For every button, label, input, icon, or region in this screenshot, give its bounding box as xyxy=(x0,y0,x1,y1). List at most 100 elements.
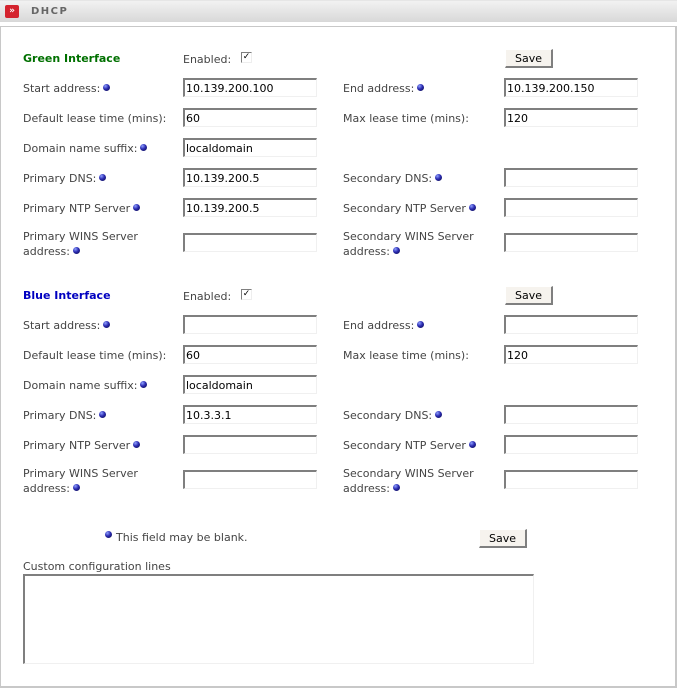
blue-secondary-ntp-input[interactable] xyxy=(504,435,638,454)
blue-end-address-label: End address: xyxy=(343,319,425,332)
label-text: End address: xyxy=(343,319,415,332)
blue-enabled-label: Enabled: xyxy=(183,290,232,303)
green-domain-suffix-label: Domain name suffix: xyxy=(23,142,148,155)
label-text: address: xyxy=(343,245,390,258)
label-text: Primary WINS Server xyxy=(23,467,138,480)
label-text: address: xyxy=(343,482,390,495)
blue-secondary-wins-label: Secondary WINS Server address: xyxy=(343,466,474,496)
green-save-button[interactable]: Save xyxy=(505,49,553,68)
green-max-lease-label: Max lease time (mins): xyxy=(343,112,469,125)
optional-field-icon xyxy=(392,247,400,254)
label-text: Secondary WINS Server xyxy=(343,230,474,243)
optional-field-icon xyxy=(140,144,148,151)
label-text: Primary DNS: xyxy=(23,409,97,422)
label-text: Primary NTP Server xyxy=(23,439,131,452)
label-text: Primary WINS Server xyxy=(23,230,138,243)
blue-start-address-label: Start address: xyxy=(23,319,111,332)
green-primary-wins-label: Primary WINS Server address: xyxy=(23,229,138,259)
optional-field-icon xyxy=(99,174,107,181)
green-domain-suffix-input[interactable] xyxy=(183,138,317,157)
green-max-lease-input[interactable] xyxy=(504,108,638,127)
blue-save-button[interactable]: Save xyxy=(505,286,553,305)
green-secondary-wins-label: Secondary WINS Server address: xyxy=(343,229,474,259)
label-text: Start address: xyxy=(23,82,101,95)
optional-field-icon xyxy=(72,247,80,254)
green-start-address-label: Start address: xyxy=(23,82,111,95)
blue-secondary-ntp-label: Secondary NTP Server xyxy=(343,439,476,452)
blue-domain-suffix-input[interactable] xyxy=(183,375,317,394)
green-secondary-wins-input[interactable] xyxy=(504,233,638,252)
label-text: Secondary WINS Server xyxy=(343,467,474,480)
blue-primary-dns-label: Primary DNS: xyxy=(23,409,107,422)
optional-field-icon xyxy=(99,411,107,418)
green-primary-dns-input[interactable] xyxy=(183,168,317,187)
label-text: address: xyxy=(23,245,70,258)
blue-domain-suffix-label: Domain name suffix: xyxy=(23,379,148,392)
custom-config-label: Custom configuration lines xyxy=(23,560,171,573)
blue-end-address-input[interactable] xyxy=(504,315,638,334)
blue-primary-ntp-label: Primary NTP Server xyxy=(23,439,141,452)
optional-field-icon xyxy=(435,411,443,418)
label-text: Secondary NTP Server xyxy=(343,202,466,215)
blue-secondary-dns-input[interactable] xyxy=(504,405,638,424)
blue-default-lease-input[interactable] xyxy=(183,345,317,364)
label-text: Primary DNS: xyxy=(23,172,97,185)
green-enabled-checkbox[interactable]: ✓ xyxy=(241,52,252,63)
double-chevron-right-icon[interactable]: » xyxy=(5,5,19,18)
label-text: End address: xyxy=(343,82,415,95)
blue-secondary-wins-input[interactable] xyxy=(504,470,638,489)
green-default-lease-input[interactable] xyxy=(183,108,317,127)
optional-field-icon xyxy=(392,484,400,491)
green-primary-wins-input[interactable] xyxy=(183,233,317,252)
green-end-address-label: End address: xyxy=(343,82,425,95)
label-text: Secondary DNS: xyxy=(343,409,433,422)
optional-field-icon xyxy=(105,531,112,538)
optional-field-icon xyxy=(133,441,141,448)
optional-field-icon xyxy=(140,381,148,388)
window-titlebar: » DHCP xyxy=(0,0,677,22)
label-text: address: xyxy=(23,482,70,495)
blue-secondary-dns-label: Secondary DNS: xyxy=(343,409,443,422)
blue-enabled-checkbox[interactable]: ✓ xyxy=(241,289,252,300)
label-text: Secondary DNS: xyxy=(343,172,433,185)
green-primary-ntp-input[interactable] xyxy=(183,198,317,217)
blue-start-address-input[interactable] xyxy=(183,315,317,334)
optional-field-icon xyxy=(103,321,111,328)
optional-legend: This field may be blank. xyxy=(105,531,248,544)
blue-interface-heading: Blue Interface xyxy=(23,289,111,302)
label-text: Domain name suffix: xyxy=(23,142,138,155)
blue-primary-wins-input[interactable] xyxy=(183,470,317,489)
blue-max-lease-input[interactable] xyxy=(504,345,638,364)
green-enabled-label: Enabled: xyxy=(183,53,232,66)
blue-primary-wins-label: Primary WINS Server address: xyxy=(23,466,138,496)
legend-text: This field may be blank. xyxy=(116,531,248,544)
green-end-address-input[interactable] xyxy=(504,78,638,97)
label-text: Start address: xyxy=(23,319,101,332)
green-interface-heading: Green Interface xyxy=(23,52,121,65)
optional-field-icon xyxy=(103,84,111,91)
optional-field-icon xyxy=(133,204,141,211)
green-default-lease-label: Default lease time (mins): xyxy=(23,112,167,125)
custom-save-button[interactable]: Save xyxy=(479,529,527,548)
optional-field-icon xyxy=(417,321,425,328)
green-secondary-dns-label: Secondary DNS: xyxy=(343,172,443,185)
green-primary-dns-label: Primary DNS: xyxy=(23,172,107,185)
blue-max-lease-label: Max lease time (mins): xyxy=(343,349,469,362)
label-text: Primary NTP Server xyxy=(23,202,131,215)
optional-field-icon xyxy=(435,174,443,181)
blue-primary-ntp-input[interactable] xyxy=(183,435,317,454)
window-title: DHCP xyxy=(31,6,69,17)
blue-default-lease-label: Default lease time (mins): xyxy=(23,349,167,362)
label-text: Domain name suffix: xyxy=(23,379,138,392)
green-secondary-dns-input[interactable] xyxy=(504,168,638,187)
label-text: Secondary NTP Server xyxy=(343,439,466,452)
green-start-address-input[interactable] xyxy=(183,78,317,97)
optional-field-icon xyxy=(72,484,80,491)
custom-config-textarea[interactable] xyxy=(23,574,534,664)
optional-field-icon xyxy=(417,84,425,91)
green-secondary-ntp-input[interactable] xyxy=(504,198,638,217)
green-primary-ntp-label: Primary NTP Server xyxy=(23,202,141,215)
blue-primary-dns-input[interactable] xyxy=(183,405,317,424)
optional-field-icon xyxy=(468,204,476,211)
green-secondary-ntp-label: Secondary NTP Server xyxy=(343,202,476,215)
